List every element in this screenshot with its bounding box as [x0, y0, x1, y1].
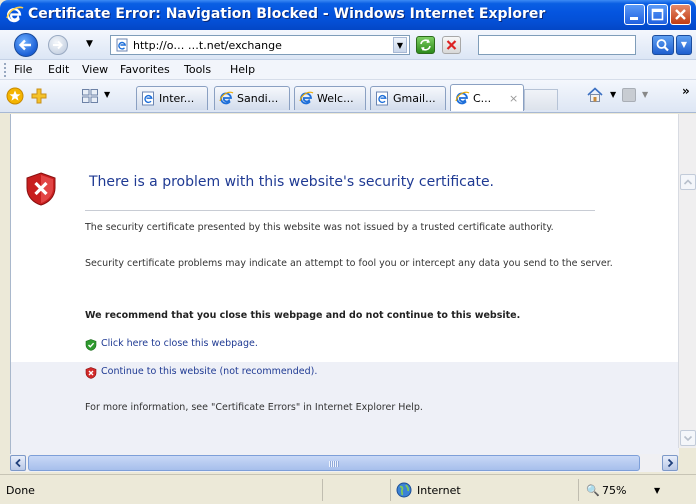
close-window-button[interactable] [670, 4, 691, 25]
horizontal-scroll-thumb[interactable] [28, 455, 640, 471]
zoom-icon[interactable]: 🔍 [586, 484, 600, 497]
add-favorite-icon[interactable] [30, 87, 48, 105]
tab-close-button[interactable]: × [509, 92, 518, 105]
vertical-scrollbar[interactable] [678, 114, 696, 448]
page-icon [116, 38, 128, 52]
scroll-up-button[interactable] [680, 174, 696, 190]
address-input[interactable]: http://o… …t.net/exchange ▼ [110, 35, 410, 55]
status-separator [322, 479, 323, 501]
recent-pages-dropdown[interactable]: ▼ [86, 39, 93, 49]
tab-label: Inter... [159, 92, 195, 105]
zoom-level[interactable]: 75% [602, 484, 626, 497]
tab-label: C... [473, 92, 492, 105]
tab-2[interactable]: Sandi... [214, 86, 290, 110]
status-text: Done [6, 484, 35, 497]
more-info-message: For more information, see "Certificate E… [85, 402, 423, 413]
tab-3[interactable]: Welc... [294, 86, 366, 110]
menu-bar: File Edit View Favorites Tools Help [0, 60, 696, 80]
more-tools-chevron[interactable]: » [682, 84, 690, 98]
divider [85, 210, 595, 211]
search-options-dropdown[interactable]: ▼ [676, 35, 692, 55]
search-input[interactable] [478, 35, 636, 55]
tab-1[interactable]: Inter... [136, 86, 208, 110]
home-dropdown[interactable]: ▼ [610, 90, 616, 99]
back-button[interactable] [14, 33, 38, 57]
forward-button[interactable] [48, 35, 68, 55]
scroll-grip [329, 461, 339, 467]
shield-ok-icon [85, 339, 97, 351]
chevron-up-icon [683, 179, 693, 185]
status-bar: Done Internet 🔍 75% ▼ [0, 474, 696, 504]
window-title: Certificate Error: Navigation Blocked - … [28, 6, 546, 22]
ie-page-icon [376, 91, 388, 106]
minimize-icon [630, 17, 638, 20]
menu-help[interactable]: Help [230, 63, 255, 76]
chevron-left-icon [15, 458, 21, 468]
menu-view[interactable]: View [82, 63, 108, 76]
chevron-right-icon [667, 458, 674, 468]
tab-label: Welc... [317, 92, 354, 105]
feeds-dropdown[interactable]: ▼ [642, 90, 648, 99]
maximize-icon [651, 8, 664, 21]
minimize-button[interactable] [624, 4, 645, 25]
back-arrow-icon [18, 39, 31, 51]
certificate-message: The security certificate presented by th… [85, 222, 554, 233]
scroll-left-button[interactable] [10, 455, 26, 471]
tab-label: Sandi... [237, 92, 279, 105]
menu-tools[interactable]: Tools [184, 63, 211, 76]
ie-logo-icon [6, 6, 24, 23]
chevron-down-icon [683, 435, 693, 442]
feeds-icon[interactable] [622, 88, 636, 102]
scroll-down-button[interactable] [680, 430, 696, 446]
menu-file[interactable]: File [14, 63, 32, 76]
maximize-button[interactable] [647, 4, 668, 25]
status-separator [390, 479, 391, 501]
ie-logo-icon [219, 91, 234, 105]
scroll-right-button[interactable] [662, 455, 678, 471]
tab-bar: ▼ Inter... Sandi... Welc... Gmail... C..… [0, 80, 696, 113]
horizontal-scrollbar[interactable] [10, 454, 678, 472]
title-bar: Certificate Error: Navigation Blocked - … [0, 0, 696, 30]
home-icon[interactable] [586, 86, 604, 104]
zoom-dropdown[interactable]: ▼ [654, 486, 660, 495]
status-separator [578, 479, 579, 501]
search-button[interactable] [652, 35, 674, 55]
security-warning-message: Security certificate problems may indica… [85, 258, 613, 269]
recommendation-message: We recommend that you close this webpage… [85, 310, 521, 321]
refresh-button[interactable] [416, 36, 435, 54]
continue-website-link-text[interactable]: Continue to this website (not recommende… [101, 366, 317, 377]
ie-logo-icon [299, 91, 314, 105]
favorites-star-icon[interactable] [6, 87, 24, 105]
menu-edit[interactable]: Edit [48, 63, 69, 76]
url-dropdown-button[interactable]: ▼ [393, 37, 407, 53]
ie-logo-icon [455, 91, 470, 105]
url-text: http://o… …t.net/exchange [133, 39, 282, 52]
stop-icon [446, 40, 457, 50]
security-zone-text: Internet [417, 484, 461, 497]
close-webpage-link-text[interactable]: Click here to close this webpage. [101, 338, 258, 349]
error-heading: There is a problem with this website's s… [89, 174, 495, 190]
stop-button[interactable] [442, 36, 461, 54]
close-icon [675, 9, 686, 20]
tab-label: Gmail... [393, 92, 436, 105]
address-toolbar: ▼ http://o… …t.net/exchange ▼ ▼ [0, 30, 696, 60]
tab-5-active[interactable]: C... × [450, 84, 524, 111]
toolbar-grip [4, 63, 6, 77]
new-tab-button[interactable] [524, 89, 558, 110]
tab-4[interactable]: Gmail... [370, 86, 446, 110]
search-icon [656, 39, 669, 52]
quick-tabs-icon[interactable] [82, 89, 98, 103]
ie-page-icon [142, 91, 154, 106]
tab-list-dropdown[interactable]: ▼ [104, 90, 110, 99]
page-content: There is a problem with this website's s… [10, 114, 679, 456]
forward-arrow-icon [53, 40, 63, 50]
shield-error-small-icon [85, 367, 97, 379]
shield-error-icon [26, 172, 56, 206]
globe-icon [396, 482, 412, 498]
refresh-icon [420, 39, 431, 51]
menu-favorites[interactable]: Favorites [120, 63, 170, 76]
